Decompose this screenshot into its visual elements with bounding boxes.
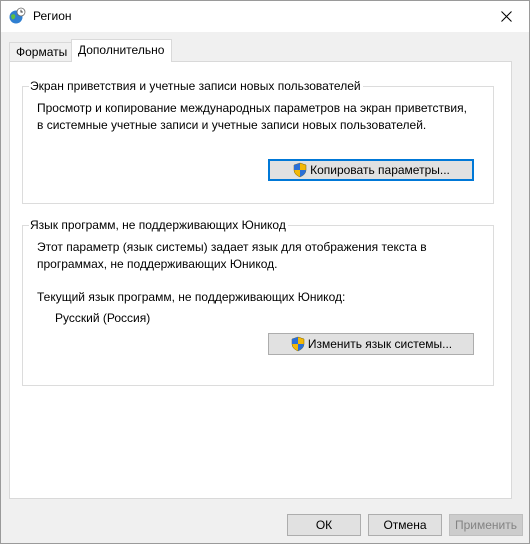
apply-button[interactable]: Применить: [449, 514, 523, 536]
welcome-description-line2: в системные учетные записи и учетные зап…: [37, 118, 427, 132]
non-unicode-description-line2: программах, не поддерживающих Юникод.: [37, 257, 278, 271]
close-button[interactable]: [483, 1, 529, 32]
welcome-description-line1: Просмотр и копирование международных пар…: [37, 101, 467, 115]
non-unicode-group-title: Язык программ, не поддерживающих Юникод: [29, 218, 288, 232]
copy-settings-button[interactable]: Копировать параметры...: [268, 159, 474, 181]
advanced-tab-panel: Экран приветствия и учетные записи новых…: [9, 61, 512, 499]
welcome-group-title: Экран приветствия и учетные записи новых…: [29, 79, 363, 93]
change-system-locale-label: Изменить язык системы...: [307, 337, 453, 351]
globe-clock-icon: [8, 7, 26, 25]
close-icon: [500, 11, 512, 22]
change-system-locale-button[interactable]: Изменить язык системы...: [268, 333, 474, 355]
copy-settings-label: Копировать параметры...: [310, 163, 450, 177]
ok-button[interactable]: ОК: [287, 514, 361, 536]
cancel-button[interactable]: Отмена: [368, 514, 442, 536]
uac-shield-icon: [290, 336, 306, 352]
region-dialog: Регион Форматы Дополнительно Экран приве…: [0, 0, 530, 544]
current-language-value: Русский (Россия): [55, 311, 151, 325]
welcome-screen-group: Экран приветствия и учетные записи новых…: [22, 79, 494, 204]
window-title: Регион: [33, 9, 72, 23]
title-bar: Регион: [1, 1, 529, 32]
current-language-label: Текущий язык программ, не поддерживающих…: [37, 290, 346, 304]
uac-shield-icon: [292, 162, 308, 178]
tab-advanced[interactable]: Дополнительно: [71, 39, 172, 62]
tab-formats[interactable]: Форматы: [9, 42, 72, 61]
non-unicode-description-line1: Этот параметр (язык системы) задает язык…: [37, 240, 427, 254]
non-unicode-group: Язык программ, не поддерживающих Юникод …: [22, 218, 494, 386]
